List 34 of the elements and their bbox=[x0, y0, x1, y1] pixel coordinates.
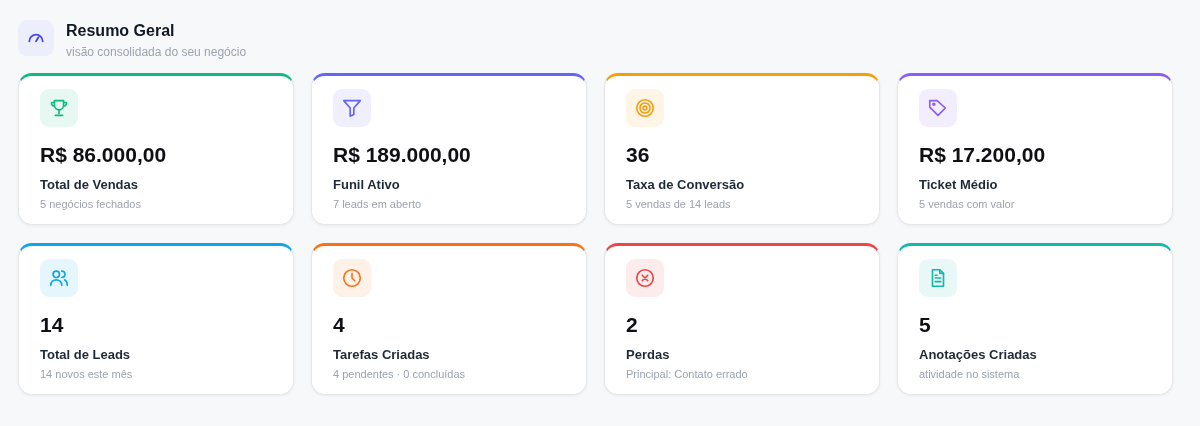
stat-detail: 7 leads em aberto bbox=[333, 198, 423, 210]
stat-value: 5 bbox=[919, 313, 932, 337]
target-icon bbox=[626, 89, 664, 127]
stat-label: Taxa de Conversão bbox=[626, 177, 746, 192]
stat-value: 14 bbox=[40, 313, 65, 337]
stat-label: Funil Ativo bbox=[333, 177, 401, 192]
stat-detail: 5 negócios fechados bbox=[40, 198, 142, 210]
stat-label: Tarefas Criadas bbox=[333, 347, 431, 362]
document-icon bbox=[919, 259, 957, 297]
stat-label: Perdas bbox=[626, 347, 671, 362]
stat-detail: 4 pendentes · 0 concluídas bbox=[333, 368, 467, 380]
tag-icon bbox=[919, 89, 957, 127]
stat-value: R$ 86.000,00 bbox=[40, 143, 168, 167]
stat-value: 36 bbox=[626, 143, 651, 167]
stat-label: Total de Leads bbox=[40, 347, 132, 362]
section-subtitle: visão consolidada do seu negócio bbox=[66, 45, 247, 59]
stat-detail: 14 novos este mês bbox=[40, 368, 134, 380]
stat-detail: 5 vendas com valor bbox=[919, 198, 1016, 210]
stat-label: Total de Vendas bbox=[40, 177, 139, 192]
stat-detail: atividade no sistema bbox=[919, 368, 1021, 380]
clock-icon bbox=[333, 259, 371, 297]
stat-value: 2 bbox=[626, 313, 639, 337]
users-icon bbox=[40, 259, 78, 297]
gauge-icon bbox=[18, 20, 54, 56]
stat-detail: 5 vendas de 14 leads bbox=[626, 198, 732, 210]
section-title: Resumo Geral bbox=[66, 22, 176, 40]
funnel-icon bbox=[333, 89, 371, 127]
stat-detail: Principal: Contato errado bbox=[626, 368, 749, 380]
trophy-icon bbox=[40, 89, 78, 127]
stat-value: R$ 189.000,00 bbox=[333, 143, 472, 167]
stat-label: Anotações Criadas bbox=[919, 347, 1038, 362]
stat-value: R$ 17.200,00 bbox=[919, 143, 1047, 167]
stat-value: 4 bbox=[333, 313, 346, 337]
stat-label: Ticket Médio bbox=[919, 177, 999, 192]
